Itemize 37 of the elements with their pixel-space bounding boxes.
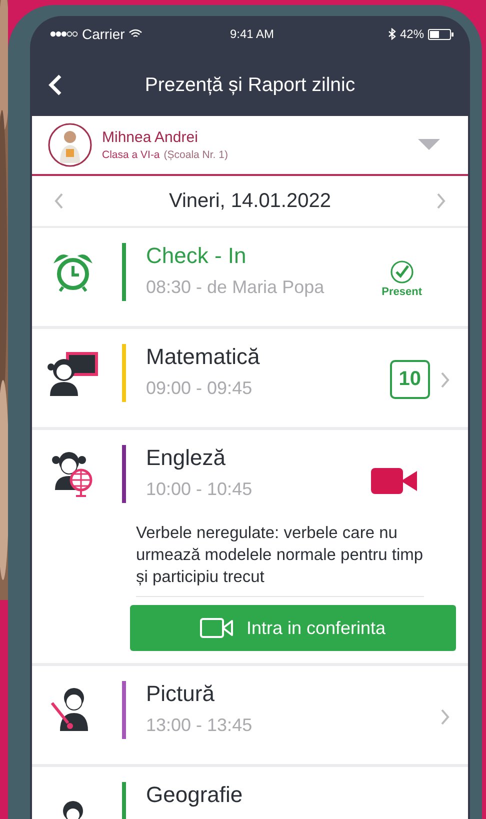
entry-title: Check - In <box>146 245 248 267</box>
student-selector[interactable]: Mihnea Andrei Clasa a VI-a (Școala Nr. 1) <box>32 116 468 176</box>
entry-time: 10:00 - 10:45 <box>146 479 254 500</box>
battery-percent: 42% <box>400 27 424 41</box>
entry-title: Geografie <box>146 784 244 806</box>
avatar-icon <box>48 123 92 167</box>
video-camera-icon <box>200 618 234 638</box>
lesson-row[interactable]: Engleză 10:00 - 10:45 Verbele neregulate: verbele care nu urmează modelele normale pentru timp și participiu trecut Intra in conferinta <box>32 430 468 666</box>
student-name: Mihnea Andrei <box>102 129 199 146</box>
entry-title: Pictură <box>146 683 216 705</box>
bluetooth-icon <box>388 28 396 40</box>
lesson-description: Verbele neregulate: verbele care nu urmează modelele normale pentru timp și participiu trecut <box>136 522 424 597</box>
lesson-row[interactable]: Geografie <box>32 767 468 819</box>
signal-icon <box>50 30 78 38</box>
entry-title: Engleză <box>146 447 227 469</box>
wifi-icon <box>128 29 142 39</box>
entry-time: 08:30 - de Maria Popa <box>146 277 326 298</box>
class-label: Clasa a VI-a <box>102 149 160 161</box>
lesson-row[interactable]: Matematică 09:00 - 09:45 10 <box>32 329 468 430</box>
clock-time: 9:41 AM <box>230 27 274 41</box>
entry-time: 09:00 - 09:45 <box>146 378 254 399</box>
entry-time: 13:00 - 13:45 <box>146 715 254 736</box>
lesson-row[interactable]: Pictură 13:00 - 13:45 <box>32 666 468 767</box>
student-blackboard-icon <box>46 350 100 396</box>
dropdown-icon <box>418 139 440 151</box>
back-icon <box>48 74 62 96</box>
screen-title: Prezență și Raport zilnic <box>144 74 356 96</box>
entry-title: Matematică <box>146 346 261 368</box>
chevron-left-icon <box>54 192 64 210</box>
school-label: (Școala Nr. 1) <box>164 149 228 161</box>
check-circle-icon <box>390 260 414 284</box>
battery-icon <box>428 28 454 40</box>
status-label: Present <box>382 286 422 298</box>
grade-badge: 10 <box>390 360 430 399</box>
date-label: Vineri, 14.01.2022 <box>169 190 331 212</box>
carrier-name: Carrier <box>82 26 125 42</box>
chevron-right-icon <box>436 192 446 210</box>
